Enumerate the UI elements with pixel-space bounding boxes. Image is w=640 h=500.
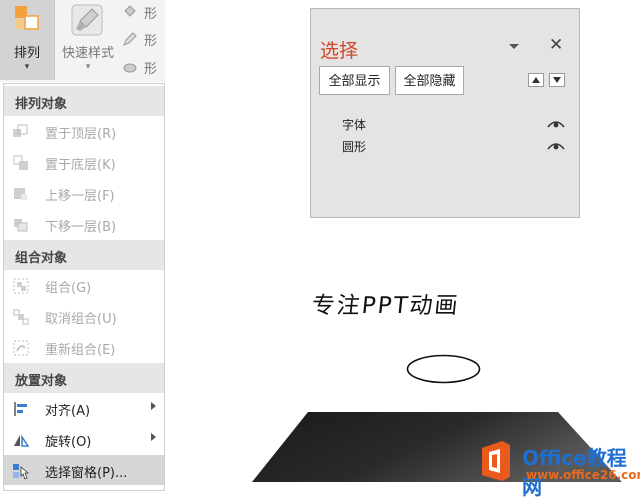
triangle-up-icon xyxy=(532,77,540,83)
menu-header-order: 排列对象 xyxy=(4,86,164,116)
align-icon xyxy=(14,402,27,416)
arrange-icon xyxy=(15,6,39,30)
menu-item-ungroup[interactable]: 取消组合(U) xyxy=(4,301,164,331)
hide-all-button[interactable]: 全部隐藏 xyxy=(395,66,464,95)
selection-pane: 选择 ✕ 全部显示 全部隐藏 字体 圆形 xyxy=(310,8,580,218)
menu-item-selection-pane[interactable]: 选择窗格(P)... xyxy=(4,455,164,485)
menu-header-position: 放置对象 xyxy=(4,363,164,393)
chevron-down-icon: ▾ xyxy=(85,62,91,72)
object-row-circle[interactable]: 圆形 xyxy=(311,135,579,157)
pane-options-icon[interactable] xyxy=(509,44,519,49)
watermark: Office教程网 www.office26.com xyxy=(470,436,640,499)
menu-item-label: 组合(G) xyxy=(45,281,92,296)
menu-item-regroup[interactable]: 重新组合(E) xyxy=(4,332,164,362)
arrange-button[interactable]: 排列 ▾ xyxy=(0,0,55,80)
bring-forward-button[interactable] xyxy=(528,73,544,87)
close-icon[interactable]: ✕ xyxy=(549,35,563,55)
menu-item-label: 下移一层(B) xyxy=(45,220,117,235)
eye-icon[interactable] xyxy=(547,119,565,129)
menu-item-label: 旋转(O) xyxy=(45,435,92,450)
pane-title: 选择 xyxy=(320,40,359,62)
bring-forward-icon xyxy=(14,188,27,200)
shape-outline-button[interactable]: 形 xyxy=(122,29,166,49)
selection-pane-icon xyxy=(13,464,30,480)
shape-outline-label: 形 xyxy=(144,34,158,49)
arrange-menu: 排列对象 置于顶层(R) 置于底层(K) 上移一层(F) 下移一层(B) 组合对… xyxy=(3,83,165,491)
menu-item-label: 置于顶层(R) xyxy=(45,127,117,142)
triangle-down-icon xyxy=(553,77,561,83)
show-all-button[interactable]: 全部显示 xyxy=(319,66,390,95)
menu-item-rotate[interactable]: 旋转(O) xyxy=(4,424,164,454)
menu-item-send-backward[interactable]: 下移一层(B) xyxy=(4,209,164,239)
shape-fill-label: 形 xyxy=(144,7,158,22)
ellipse-shape[interactable] xyxy=(406,354,481,384)
pencil-icon xyxy=(123,32,137,46)
rotate-icon xyxy=(14,434,30,447)
chevron-right-icon xyxy=(151,402,156,410)
menu-item-group[interactable]: 组合(G) xyxy=(4,270,164,300)
menu-item-label: 对齐(A) xyxy=(45,404,91,419)
regroup-icon xyxy=(13,340,29,356)
bring-to-front-icon xyxy=(13,124,28,137)
ribbon: 排列 ▾ 快速样式 ▾ 形 形 形 xyxy=(0,0,165,82)
group-icon xyxy=(13,278,29,294)
menu-header-label: 组合对象 xyxy=(15,251,68,266)
shape-fill-button[interactable]: 形 xyxy=(122,2,166,22)
menu-item-label: 重新组合(E) xyxy=(45,343,116,358)
object-name: 字体 xyxy=(342,118,367,132)
slide-text-box[interactable]: 专注PPT动画 xyxy=(310,286,461,320)
watermark-url: www.office26.com xyxy=(526,468,640,482)
arrange-label: 排列 xyxy=(13,46,40,61)
menu-item-label: 取消组合(U) xyxy=(45,312,117,327)
shape-effects-button[interactable]: 形 xyxy=(122,57,166,77)
office-logo-icon xyxy=(482,441,510,481)
menu-header-label: 排列对象 xyxy=(15,97,68,112)
menu-item-align[interactable]: 对齐(A) xyxy=(4,393,164,423)
object-name: 圆形 xyxy=(342,140,367,154)
menu-header-group: 组合对象 xyxy=(4,240,164,270)
shape-effects-label: 形 xyxy=(144,62,158,77)
menu-header-label: 放置对象 xyxy=(15,374,68,389)
quick-styles-label: 快速样式 xyxy=(61,46,114,61)
menu-item-bring-to-front[interactable]: 置于顶层(R) xyxy=(4,116,164,146)
menu-item-send-to-back[interactable]: 置于底层(K) xyxy=(4,147,164,177)
object-row-text[interactable]: 字体 xyxy=(311,113,579,135)
eye-icon[interactable] xyxy=(547,141,565,151)
menu-item-label: 置于底层(K) xyxy=(45,158,116,173)
ungroup-icon xyxy=(13,309,29,325)
chevron-right-icon xyxy=(151,433,156,441)
quick-styles-button[interactable]: 快速样式 ▾ xyxy=(56,0,120,80)
app-window: 排列 ▾ 快速样式 ▾ 形 形 形 排列对象 置于顶层(R) 置于底层(K) 上… xyxy=(0,0,640,499)
menu-item-label: 上移一层(F) xyxy=(45,189,115,204)
chevron-down-icon: ▾ xyxy=(24,62,30,72)
send-backward-icon xyxy=(14,219,28,232)
menu-item-bring-forward[interactable]: 上移一层(F) xyxy=(4,178,164,208)
send-backward-button[interactable] xyxy=(549,73,565,87)
paint-bucket-icon xyxy=(124,5,136,17)
send-to-back-icon xyxy=(13,155,28,170)
paintbrush-icon xyxy=(71,4,103,36)
menu-item-label: 选择窗格(P)... xyxy=(45,466,128,481)
shape-effects-icon xyxy=(123,63,137,73)
